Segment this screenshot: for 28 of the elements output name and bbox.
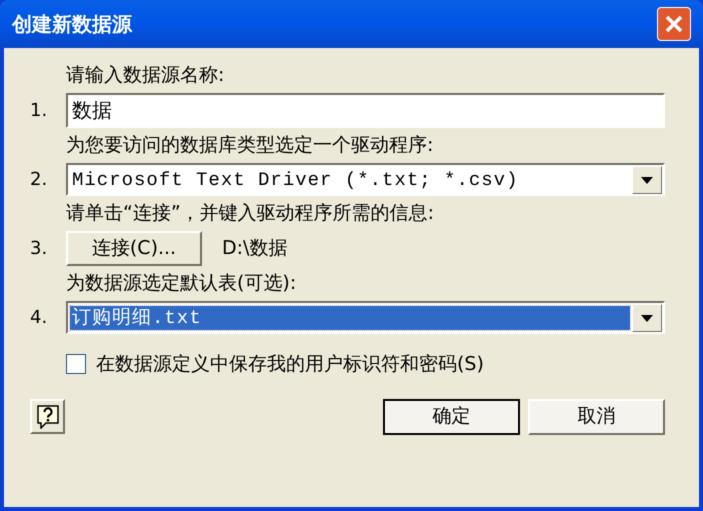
step-label: 请输入数据源名称:: [66, 63, 226, 88]
checkbox[interactable]: [66, 354, 86, 374]
close-icon: [664, 14, 684, 34]
step-label: 为您要访问的数据库类型选定一个驱动程序:: [66, 133, 434, 158]
help-icon: [36, 404, 58, 428]
dropdown-value: Microsoft Text Driver (*.txt; *.csv): [71, 168, 520, 192]
step-number: 4.: [29, 306, 48, 330]
dropdown-button[interactable]: [632, 166, 662, 194]
folder-path: D:\数据: [222, 236, 288, 262]
dropdown-value: 订购明细.txt: [70, 306, 630, 330]
step-label: 为数据源选定默认表(可选):: [66, 271, 298, 296]
step-number: 2.: [29, 168, 48, 192]
caret-icon: [641, 176, 653, 184]
connect-button[interactable]: 连接(C)...: [66, 231, 202, 266]
dropdown-field[interactable]: 订购明细.txt: [66, 301, 665, 334]
caret-icon: [641, 314, 653, 322]
dialog-button[interactable]: 确定: [383, 398, 520, 434]
step-number: 1.: [29, 99, 48, 123]
name-field[interactable]: 数据: [66, 93, 665, 128]
checkbox-label: 在数据源定义中保存我的用户标识符和密码(S): [96, 352, 484, 377]
window-title: 创建新数据源: [12, 11, 132, 38]
dropdown-button[interactable]: [632, 304, 662, 332]
step-label: 请单击“连接”，并键入驱动程序所需的信息:: [66, 201, 436, 226]
help-button[interactable]: [30, 399, 65, 434]
step-number: 3.: [29, 237, 48, 261]
close-button[interactable]: [657, 7, 691, 41]
dialog-button[interactable]: 取消: [528, 398, 665, 434]
dropdown-field[interactable]: Microsoft Text Driver (*.txt; *.csv): [66, 163, 665, 196]
